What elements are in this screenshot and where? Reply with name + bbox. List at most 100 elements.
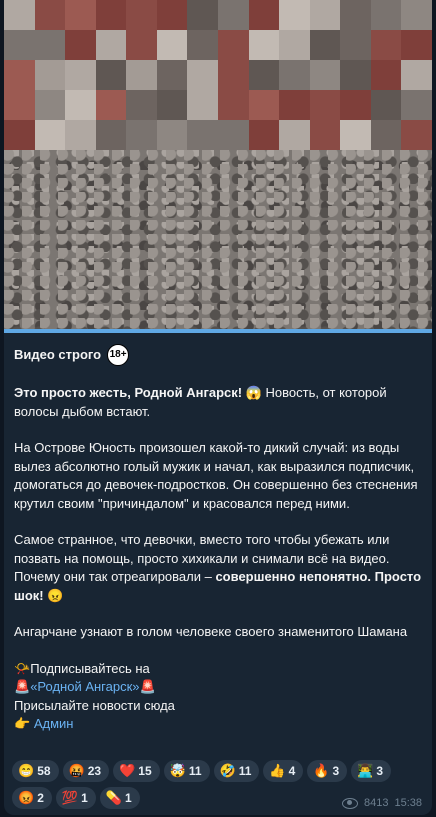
mosaic-tile <box>34 0 66 30</box>
mosaic-tile <box>156 60 188 90</box>
mosaic-tile <box>370 60 402 90</box>
technologist-emoji-icon: 👨‍💻 <box>357 763 374 778</box>
admin-line: 👉 Админ <box>14 715 422 734</box>
mosaic-tile <box>248 120 280 150</box>
views-count: 8413 <box>363 797 389 809</box>
mosaic-tile <box>4 120 35 150</box>
siren-right-icon: 🚨 <box>139 679 156 694</box>
reaction-chip[interactable]: 🤬 23 <box>62 760 110 782</box>
mosaic-tile <box>65 30 96 60</box>
grin-emoji-icon: 😁 <box>18 763 35 778</box>
subscribe-text: Подписывайтесь на <box>30 660 150 676</box>
reaction-count: 58 <box>37 764 51 778</box>
reaction-chip[interactable]: ❤️ 15 <box>113 760 160 782</box>
channel-header: Видео строго 18+ <box>14 344 422 366</box>
hundred-emoji-icon: 💯 <box>61 790 79 805</box>
reaction-chip[interactable]: 😡 2 <box>12 787 52 809</box>
mosaic-tile <box>248 60 280 90</box>
message-text: Видео строго 18+ Это просто жесть, Родно… <box>4 333 432 734</box>
mosaic-tile <box>401 90 432 120</box>
scream-emoji-icon: 😱 <box>245 385 262 400</box>
reaction-count: 3 <box>332 764 340 778</box>
mosaic-tile <box>370 30 402 60</box>
pouting-emoji-icon: 😡 <box>18 790 35 805</box>
reaction-chip[interactable]: 🤣 11 <box>213 760 260 782</box>
mosaic-tile <box>401 120 432 150</box>
reaction-chip[interactable]: 💯 1 <box>55 787 96 809</box>
eye-icon <box>341 797 358 809</box>
reaction-chip[interactable]: 🔥 3 <box>307 760 348 782</box>
reaction-count: 11 <box>238 764 252 778</box>
mosaic-tile <box>401 60 432 90</box>
mosaic-tile <box>340 30 371 60</box>
channel-title: Видео строго <box>14 346 102 362</box>
reaction-count: 2 <box>37 791 44 805</box>
mosaic-tile <box>95 120 127 150</box>
mosaic-tile <box>309 90 341 120</box>
headline-bold: Это просто жесть, Родной Ангарск! <box>14 385 243 400</box>
mosaic-tile <box>309 60 341 90</box>
reaction-count: 4 <box>288 764 296 778</box>
mosaic-tile <box>279 120 310 150</box>
cursing-emoji-icon: 🤬 <box>68 763 85 778</box>
subscribe-line: 📯Подписывайтесь на <box>14 660 422 679</box>
angry-emoji-icon: 😠 <box>47 587 64 603</box>
reaction-chip[interactable]: 💊 1 <box>99 787 140 809</box>
mosaic-tile <box>187 0 218 30</box>
headline: Это просто жесть, Родной Ангарск! 😱 Ново… <box>14 384 422 421</box>
siren-left-icon: 🚨 <box>14 679 31 694</box>
mosaic-tile <box>370 0 402 30</box>
mosaic-tile <box>248 30 280 60</box>
reaction-count: 3 <box>376 764 384 778</box>
mosaic-tile <box>370 90 402 120</box>
reaction-chip[interactable]: 👍 4 <box>263 760 304 782</box>
reaction-chip[interactable]: 😁 58 <box>12 760 59 782</box>
mosaic-tile <box>95 90 127 120</box>
mosaic-tile <box>187 30 218 60</box>
reaction-count: 1 <box>81 791 88 805</box>
video-preview[interactable] <box>4 0 432 333</box>
reaction-chip[interactable]: 🤯 11 <box>163 760 210 782</box>
mosaic-tile <box>65 0 96 30</box>
gravel-ground <box>4 150 432 333</box>
mosaic-tile <box>248 90 280 120</box>
mosaic-tile <box>309 30 341 60</box>
mosaic-tile <box>187 90 218 120</box>
video-progress-bar[interactable] <box>4 329 432 333</box>
mosaic-tile <box>156 120 188 150</box>
mosaic-tile <box>340 120 371 150</box>
mosaic-tile <box>279 0 310 30</box>
mosaic-tile <box>309 120 341 150</box>
mosaic-tile <box>156 0 188 30</box>
mind-blown-emoji-icon: 🤯 <box>169 763 186 778</box>
mosaic-tile <box>217 60 249 90</box>
mosaic-tile <box>279 90 310 120</box>
mosaic-tile <box>126 30 157 60</box>
mosaic-tile <box>95 60 127 90</box>
mosaic-tile <box>340 90 371 120</box>
message-bubble: Видео строго 18+ Это просто жесть, Родно… <box>4 0 432 815</box>
mosaic-tile <box>279 60 310 90</box>
pointing-hand-icon: 👉 <box>14 716 31 731</box>
paragraph-1: На Острове Юность произошел какой-то дик… <box>14 440 418 511</box>
fire-emoji-icon: 🔥 <box>313 763 330 778</box>
mosaic-tile <box>309 0 341 30</box>
mosaic-tile <box>401 0 432 30</box>
mosaic-tile <box>65 90 96 120</box>
video-progress-fill <box>4 329 432 333</box>
paragraph-2: Самое странное, что девочки, вместо того… <box>14 531 422 605</box>
mosaic-tile <box>187 60 218 90</box>
mosaic-tile <box>126 0 157 30</box>
pill-emoji-icon: 💊 <box>105 790 122 805</box>
mosaic-tile <box>65 60 96 90</box>
mosaic-tile <box>156 90 188 120</box>
reaction-chip[interactable]: 👨‍💻 3 <box>351 760 392 782</box>
reaction-count: 15 <box>138 764 152 778</box>
admin-link[interactable]: Админ <box>34 716 74 731</box>
mosaic-tile <box>187 120 218 150</box>
channel-link[interactable]: «Родной Ангарск» <box>30 679 139 694</box>
mosaic-tile <box>4 30 35 60</box>
channel-link-line: 🚨«Родной Ангарск»🚨 <box>14 678 422 697</box>
mosaic-tile <box>217 30 249 60</box>
mosaic-tile <box>340 60 371 90</box>
